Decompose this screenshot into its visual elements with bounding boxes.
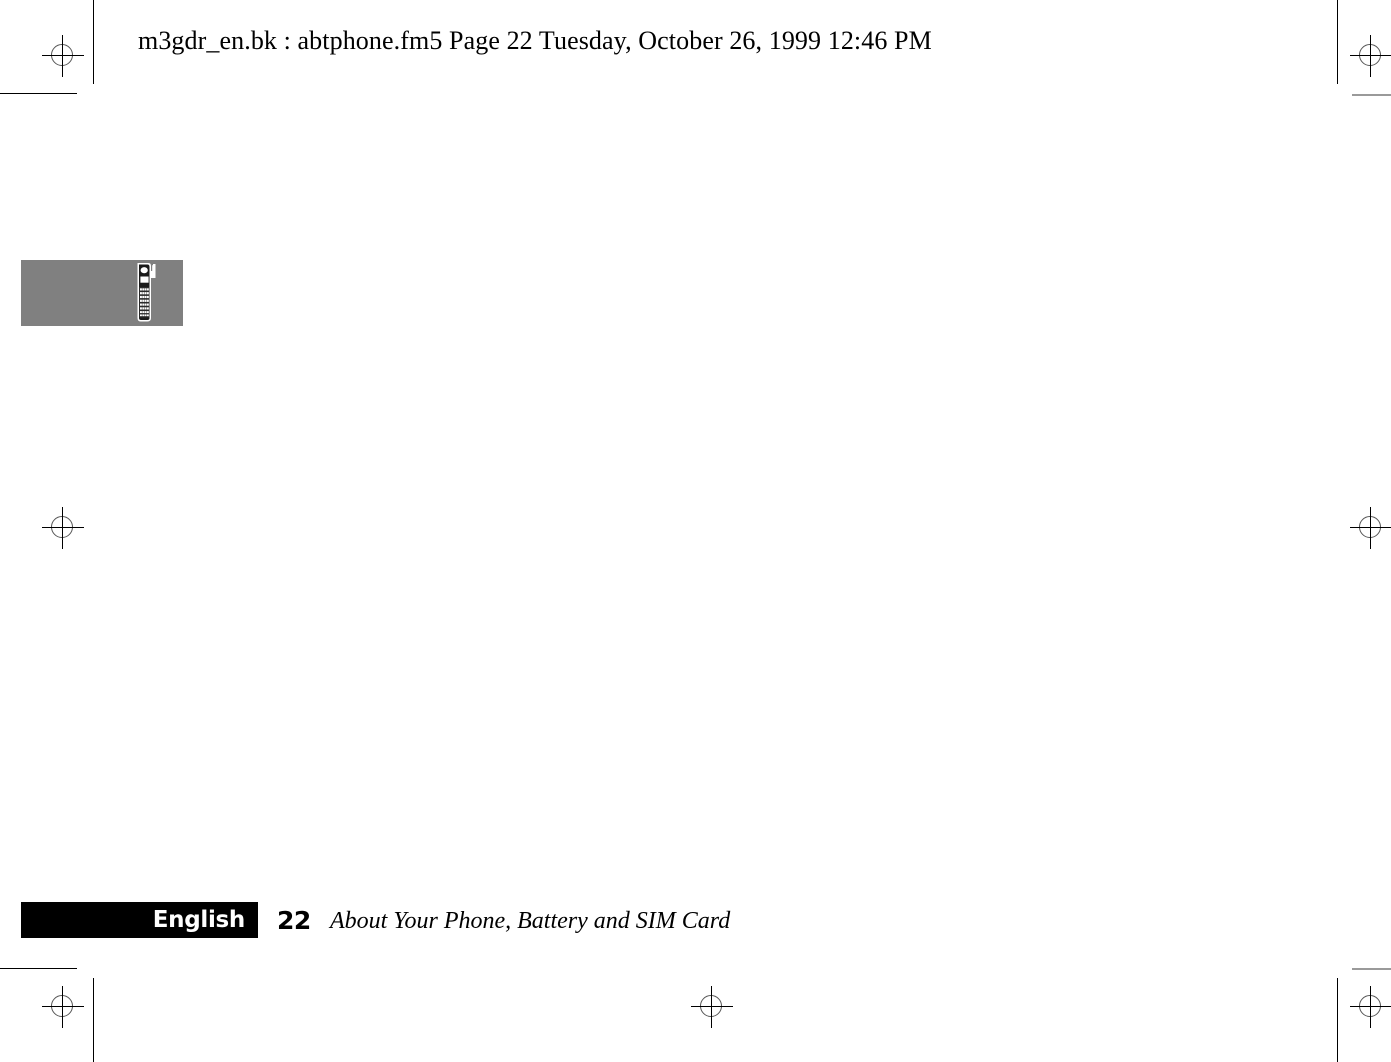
crop-mark-top-right-vertical <box>1337 0 1338 84</box>
manual-page: m3gdr_en.bk : abtphone.fm5 Page 22 Tuesd… <box>0 0 1391 1062</box>
registration-target-top-right <box>1348 33 1391 79</box>
registration-target-left-middle <box>40 505 86 551</box>
crop-mark-top-left-vertical <box>93 0 94 84</box>
registration-vertical-line <box>62 507 63 549</box>
figure-placeholder-box <box>21 260 183 326</box>
registration-vertical-line <box>1370 35 1371 77</box>
registration-target-right-middle <box>1348 505 1391 551</box>
registration-horizontal-line <box>691 1006 733 1007</box>
registration-horizontal-line <box>1350 527 1391 528</box>
crop-mark-bottom-left-vertical <box>93 978 94 1062</box>
registration-target-bottom-center <box>689 984 735 1030</box>
document-header-info: m3gdr_en.bk : abtphone.fm5 Page 22 Tuesd… <box>138 26 932 55</box>
registration-horizontal-line <box>42 55 84 56</box>
registration-vertical-line <box>62 986 63 1028</box>
crop-mark-bottom-right-horizontal <box>1352 968 1391 970</box>
registration-vertical-line <box>711 986 712 1028</box>
registration-target-bottom-right <box>1348 984 1391 1030</box>
crop-mark-top-left-horizontal <box>0 93 77 94</box>
registration-horizontal-line <box>42 527 84 528</box>
registration-vertical-line <box>62 35 63 77</box>
footer-language-label: English <box>152 907 246 933</box>
footer-language-bar: English <box>21 902 258 938</box>
registration-target-top-left <box>40 33 86 79</box>
crop-mark-bottom-right-vertical <box>1337 978 1338 1062</box>
registration-target-bottom-left <box>40 984 86 1030</box>
registration-horizontal-line <box>1350 55 1391 56</box>
crop-mark-top-right-horizontal <box>1352 94 1391 96</box>
footer-page-number: 22 <box>277 906 311 935</box>
footer-chapter-title: About Your Phone, Battery and SIM Card <box>330 908 731 934</box>
cordless-phone-graphic <box>137 263 156 322</box>
registration-vertical-line <box>1370 986 1371 1028</box>
registration-horizontal-line <box>42 1006 84 1007</box>
registration-vertical-line <box>1370 507 1371 549</box>
crop-mark-bottom-left-horizontal <box>0 968 77 969</box>
cordless-phone-icon <box>132 262 158 323</box>
registration-horizontal-line <box>1350 1006 1391 1007</box>
